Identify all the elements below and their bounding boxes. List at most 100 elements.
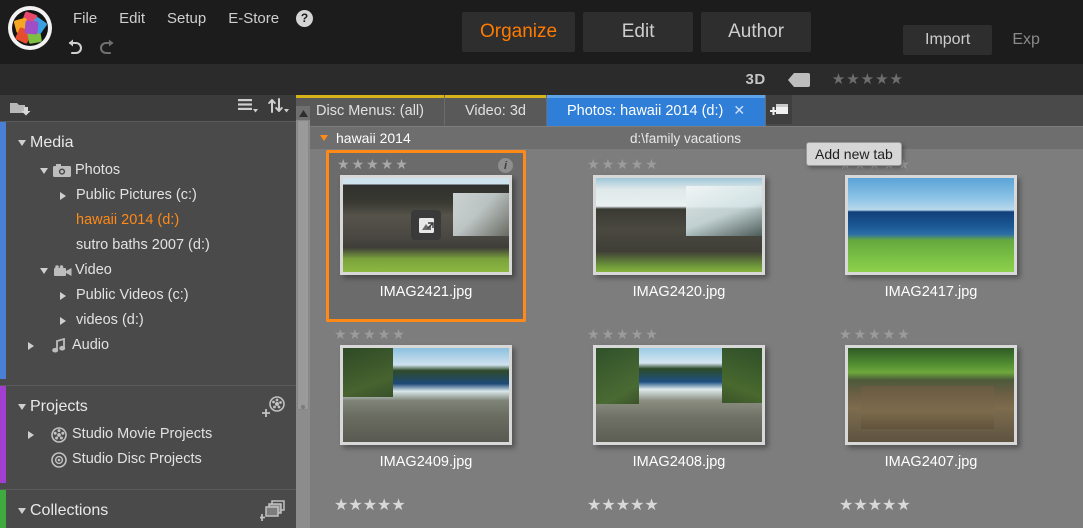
thumbnail-rating-stars[interactable]: ★ ★ ★ ★ ★ <box>579 153 779 171</box>
thumbnail-item[interactable]: ★ ★ ★ ★ ★ IMAG2408.jpg <box>579 323 779 495</box>
thumbnail-rating-stars[interactable]: ★ ★ ★ ★ ★ <box>831 323 1031 341</box>
undo-icon[interactable] <box>62 36 86 58</box>
scroll-up-arrow-icon[interactable] <box>296 106 310 120</box>
star-3[interactable]: ★ <box>616 327 629 341</box>
rating-filter-stars[interactable]: ★ ★ ★ ★ ★ <box>832 72 903 87</box>
content-scrollbar[interactable] <box>296 106 310 528</box>
menu-item-edit[interactable]: Edit <box>108 5 156 32</box>
thumbnail-rating-stars[interactable]: ★★★★★ <box>334 495 406 515</box>
list-view-dropdown-icon[interactable] <box>238 98 258 118</box>
menu-item-file[interactable]: File <box>62 5 108 32</box>
sidebar-item-sutro-baths-2007[interactable]: sutro baths 2007 (d:) <box>0 233 296 258</box>
sidebar-item-videos-d[interactable]: videos (d:) <box>0 308 296 333</box>
sidebar-item-label-video: Video <box>75 262 112 279</box>
sidebar-item-video[interactable]: Video <box>0 258 296 283</box>
sidebar-item-photos[interactable]: Photos <box>0 158 296 183</box>
thumbnail-rating-stars[interactable]: ★ ★ ★ ★ ★ <box>329 153 523 171</box>
open-in-editor-icon[interactable] <box>411 210 441 240</box>
star-1[interactable]: ★ <box>587 157 600 171</box>
star-3[interactable]: ★ <box>868 327 881 341</box>
star-1[interactable]: ★ <box>587 327 600 341</box>
sidebar-section-header-collections[interactable]: Collections <box>0 496 296 526</box>
star-1[interactable]: ★ <box>839 327 852 341</box>
star-4[interactable]: ★ <box>631 157 644 171</box>
thumbnail-filename: IMAG2417.jpg <box>884 284 978 300</box>
filter-3d-label[interactable]: 3D <box>746 71 766 88</box>
star-2[interactable]: ★ <box>846 72 859 87</box>
star-5[interactable]: ★ <box>645 327 658 341</box>
sidebar-section-header-projects[interactable]: Projects <box>0 392 296 422</box>
add-new-tab-icon[interactable] <box>766 95 793 124</box>
star-4[interactable]: ★ <box>875 72 888 87</box>
thumbnail-item[interactable]: ★ ★ ★ ★ ★ IMAG2417.jpg <box>831 153 1031 325</box>
sidebar-item-public-videos[interactable]: Public Videos (c:) <box>0 283 296 308</box>
star-5[interactable]: ★ <box>395 157 408 171</box>
export-button[interactable]: Exp <box>1004 25 1048 55</box>
add-movie-project-icon[interactable] <box>262 396 286 422</box>
thumbnail-image-frame[interactable] <box>593 175 765 275</box>
star-2[interactable]: ★ <box>602 157 615 171</box>
star-2[interactable]: ★ <box>349 327 362 341</box>
collapse-triangle-icon[interactable] <box>319 130 329 146</box>
star-2[interactable]: ★ <box>854 327 867 341</box>
star-3[interactable]: ★ <box>363 327 376 341</box>
info-icon[interactable]: i <box>498 158 513 173</box>
thumbnail-item[interactable]: ★ ★ ★ ★ ★ IMAG2420.jpg <box>579 153 779 325</box>
thumbnail-item[interactable]: ★ ★ ★ ★ ★ IMAG2407.jpg <box>831 323 1031 495</box>
thumbnail-image-frame[interactable] <box>845 175 1017 275</box>
scrollbar-thumb[interactable] <box>297 120 309 410</box>
thumbnail-rating-stars[interactable]: ★★★★★ <box>839 495 911 515</box>
tab-video-3d[interactable]: Video: 3d <box>444 95 547 126</box>
star-1[interactable]: ★ <box>334 327 347 341</box>
tab-disc-menus[interactable]: Disc Menus: (all) <box>296 95 445 126</box>
star-5[interactable]: ★ <box>392 327 405 341</box>
sidebar-item-hawaii-2014[interactable]: hawaii 2014 (d:) <box>0 208 296 233</box>
sidebar-section-header-media[interactable]: Media <box>0 128 296 158</box>
star-4[interactable]: ★ <box>883 327 896 341</box>
close-icon[interactable]: ✕ <box>733 102 745 119</box>
sort-arrows-icon[interactable] <box>268 98 290 118</box>
menu-item-estore[interactable]: E-Store <box>217 5 290 32</box>
star-4[interactable]: ★ <box>378 327 391 341</box>
star-3[interactable]: ★ <box>616 157 629 171</box>
star-1[interactable]: ★ <box>337 157 350 171</box>
tab-photos-hawaii-2014[interactable]: Photos: hawaii 2014 (d:) ✕ <box>546 95 767 126</box>
star-4[interactable]: ★ <box>381 157 394 171</box>
star-3[interactable]: ★ <box>861 72 874 87</box>
star-2[interactable]: ★ <box>602 327 615 341</box>
star-5[interactable]: ★ <box>890 72 903 87</box>
thumbnail-image-frame[interactable] <box>340 345 512 445</box>
sidebar-item-public-pictures[interactable]: Public Pictures (c:) <box>0 183 296 208</box>
star-5[interactable]: ★ <box>645 157 658 171</box>
star-4[interactable]: ★ <box>631 327 644 341</box>
thumbnail-rating-stars[interactable]: ★★★★★ <box>587 495 659 515</box>
tag-icon[interactable] <box>787 72 810 87</box>
thumbnail-rating-stars[interactable]: ★ ★ ★ ★ ★ <box>326 323 526 341</box>
thumbnail-image-frame[interactable] <box>845 345 1017 445</box>
thumbnail-item[interactable]: ★ ★ ★ ★ ★ IMAG2409.jpg <box>326 323 526 495</box>
mode-button-organize[interactable]: Organize <box>462 12 576 52</box>
sidebar-item-studio-disc-projects[interactable]: Studio Disc Projects <box>0 447 296 472</box>
menu-bar: File Edit Setup E-Store ? <box>62 2 314 34</box>
thumbnail-rating-stars[interactable]: ★ ★ ★ ★ ★ <box>579 323 779 341</box>
star-2[interactable]: ★ <box>352 157 365 171</box>
import-button[interactable]: Import <box>903 25 993 55</box>
help-icon[interactable]: ? <box>296 9 314 27</box>
mode-button-edit[interactable]: Edit <box>583 12 694 52</box>
redo-icon[interactable] <box>96 36 120 58</box>
sidebar-item-label-public-pictures: Public Pictures (c:) <box>76 187 197 204</box>
sidebar-item-audio[interactable]: Audio <box>0 333 296 358</box>
thumbnail-image-frame[interactable] <box>340 175 512 275</box>
star-1[interactable]: ★ <box>832 72 845 87</box>
menu-item-setup[interactable]: Setup <box>156 5 217 32</box>
mode-button-author[interactable]: Author <box>701 12 812 52</box>
thumbnail-item[interactable]: ★ ★ ★ ★ ★ i IMAG2421.jpg <box>326 150 526 322</box>
star-5[interactable]: ★ <box>897 327 910 341</box>
group-header[interactable]: hawaii 2014 d:\family vacations <box>310 127 1083 149</box>
thumbnail-grid: ★ ★ ★ ★ ★ i IMAG2421.jpg ★ ★ ★ ★ ★ IMAG2… <box>310 150 1083 528</box>
star-3[interactable]: ★ <box>366 157 379 171</box>
add-collection-icon[interactable] <box>259 500 286 526</box>
thumbnail-image-frame[interactable] <box>593 345 765 445</box>
sidebar-item-studio-movie-projects[interactable]: Studio Movie Projects <box>0 422 296 447</box>
folder-download-icon[interactable] <box>9 100 31 117</box>
